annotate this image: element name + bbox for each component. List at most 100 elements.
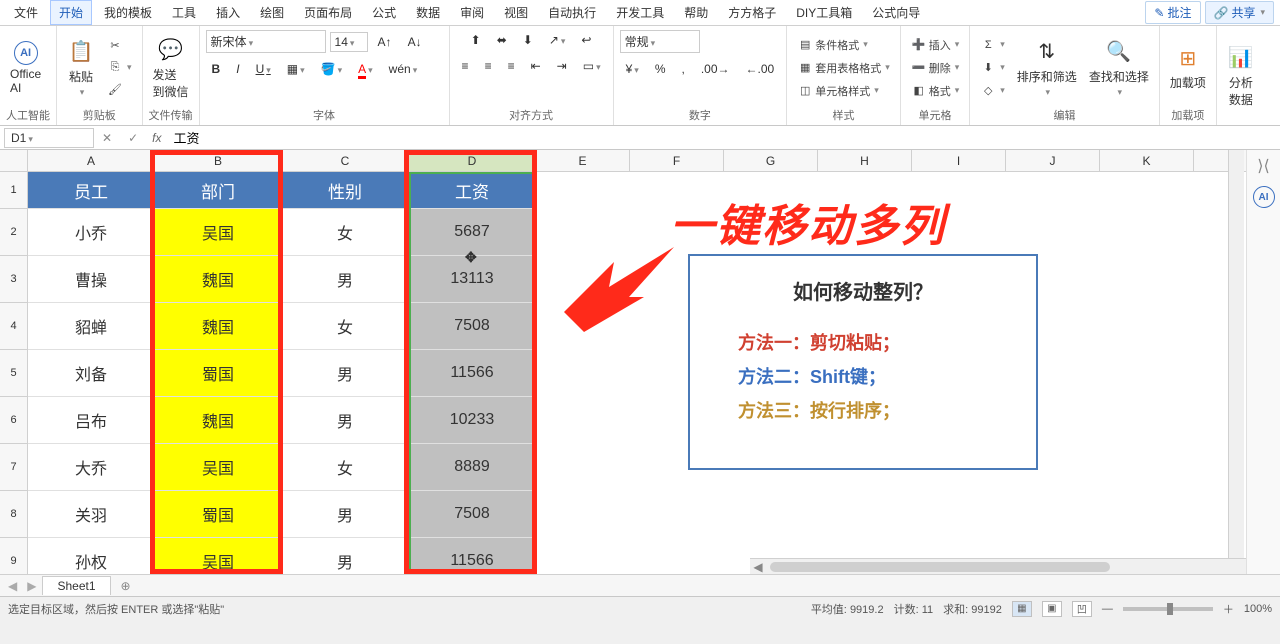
merge-button[interactable]: ▭ [577,56,607,76]
align-left-button[interactable]: ≡ [456,56,475,76]
delete-cells-button[interactable]: ➖删除 [907,58,964,78]
fx-icon[interactable]: fx [146,131,167,145]
cell-a2[interactable]: 小乔 [28,209,155,256]
pinyin-button[interactable]: wén [383,59,424,79]
increase-font-button[interactable]: A↑ [372,32,398,52]
view-layout-button[interactable]: ▣ [1042,601,1062,617]
menu-tools[interactable]: 工具 [164,1,204,24]
insert-cells-button[interactable]: ➕插入 [907,35,964,55]
cell-b9[interactable]: 吴国 [155,538,282,574]
col-header-k[interactable]: K [1100,150,1194,172]
col-header-c[interactable]: C [282,150,409,172]
cell-c6[interactable]: 男 [282,397,409,444]
cell-c3[interactable]: 男 [282,256,409,303]
menu-diy[interactable]: DIY工具箱 [788,1,860,24]
menu-review[interactable]: 审阅 [452,1,492,24]
col-header-f[interactable]: F [630,150,724,172]
col-header-d[interactable]: D [409,150,536,172]
view-break-button[interactable]: 凹 [1072,601,1092,617]
cell-a9[interactable]: 孙权 [28,538,155,574]
cell-style-button[interactable]: ◫单元格样式 [793,81,894,101]
row-header-9[interactable]: 9 [0,538,28,574]
cut-button[interactable]: ✂ [103,36,136,56]
cell-d5[interactable]: 11566 [409,350,536,397]
cell-b4[interactable]: 魏国 [155,303,282,350]
decrease-font-button[interactable]: A↓ [402,32,428,52]
format-painter-button[interactable]: 🖌 [103,80,136,100]
align-top-button[interactable]: ⬆ [465,30,487,50]
view-normal-button[interactable]: ▦ [1012,601,1032,617]
conditional-format-button[interactable]: ▤条件格式 [793,35,894,55]
menu-view[interactable]: 视图 [496,1,536,24]
font-family-select[interactable]: 新宋体 [206,30,326,53]
zoom-level[interactable]: 100% [1244,603,1272,615]
orientation-button[interactable]: ↗ [543,30,572,50]
table-format-button[interactable]: ▦套用表格格式 [793,58,894,78]
col-header-g[interactable]: G [724,150,818,172]
percent-button[interactable]: % [649,59,672,79]
copy-button[interactable]: ⎘ [103,58,136,78]
select-all-corner[interactable] [0,150,28,172]
align-bottom-button[interactable]: ⬇ [517,30,539,50]
cell-c5[interactable]: 男 [282,350,409,397]
vertical-scrollbar[interactable] [1228,150,1244,558]
col-header-a[interactable]: A [28,150,155,172]
cell-c9[interactable]: 男 [282,538,409,574]
font-size-select[interactable]: 14 [330,32,368,52]
cell-d6[interactable]: 10233 [409,397,536,444]
col-header-e[interactable]: E [536,150,630,172]
align-right-button[interactable]: ≡ [502,56,521,76]
font-color-button[interactable]: A [352,59,379,79]
cell-d4[interactable]: 7508 [409,303,536,350]
row-header-6[interactable]: 6 [0,397,28,444]
fill-button[interactable]: ⬇ [976,58,1009,78]
menu-layout[interactable]: 页面布局 [296,1,360,24]
paste-button[interactable]: 📋 粘贴 [63,36,99,100]
cancel-formula-button[interactable]: ✕ [94,131,120,145]
cell-b1[interactable]: 部门 [155,172,282,209]
add-sheet-button[interactable]: ⊕ [113,579,139,593]
name-box[interactable]: D1 [4,128,94,148]
italic-button[interactable]: I [230,59,245,79]
cell-c2[interactable]: 女 [282,209,409,256]
menu-ffgz[interactable]: 方方格子 [720,1,784,24]
underline-button[interactable]: U [250,59,277,79]
bold-button[interactable]: B [206,59,227,79]
cell-b8[interactable]: 蜀国 [155,491,282,538]
autosum-button[interactable]: Σ [976,35,1009,55]
align-center-button[interactable]: ≡ [479,56,498,76]
cell-d9[interactable]: 11566 [409,538,536,574]
menu-file[interactable]: 文件 [6,1,46,24]
ai-side-icon[interactable]: AI [1253,186,1275,208]
cell-d2[interactable]: 5687✥ [409,209,536,256]
cell-a6[interactable]: 吕布 [28,397,155,444]
row-header-3[interactable]: 3 [0,256,28,303]
horizontal-scrollbar[interactable]: ◀ ▶ [750,558,1262,574]
menu-data[interactable]: 数据 [408,1,448,24]
send-wechat-button[interactable]: 💬 发送 到微信 [149,34,193,102]
clear-button[interactable]: ◇ [976,81,1009,101]
sheet-nav-prev[interactable]: ◀ [4,579,21,593]
collapse-icon[interactable]: ⟩⟨ [1257,156,1269,176]
cell-b3[interactable]: 魏国 [155,256,282,303]
sheet-nav-next[interactable]: ▶ [23,579,40,593]
dec-dec-button[interactable]: ←.00 [740,59,781,79]
sheet-tab-1[interactable]: Sheet1 [42,576,110,595]
row-header-8[interactable]: 8 [0,491,28,538]
office-ai-button[interactable]: AI Office AI [6,39,45,97]
dec-inc-button[interactable]: .00→ [695,59,736,79]
cell-a5[interactable]: 刘备 [28,350,155,397]
menu-home[interactable]: 开始 [50,0,92,25]
row-header-1[interactable]: 1 [0,172,28,209]
border-button[interactable]: ▦ [281,59,311,79]
cell-b6[interactable]: 魏国 [155,397,282,444]
menu-help[interactable]: 帮助 [676,1,716,24]
analyze-data-button[interactable]: 📊 分析 数据 [1223,42,1259,110]
sort-filter-button[interactable]: ⇅ 排序和筛选 [1013,36,1081,100]
indent-dec-button[interactable]: ⇤ [525,56,547,76]
find-select-button[interactable]: 🔍 查找和选择 [1085,36,1153,100]
format-cells-button[interactable]: ◧格式 [907,81,964,101]
fill-color-button[interactable]: 🪣 [315,59,348,79]
zoom-slider[interactable] [1123,607,1213,611]
cell-a7[interactable]: 大乔 [28,444,155,491]
